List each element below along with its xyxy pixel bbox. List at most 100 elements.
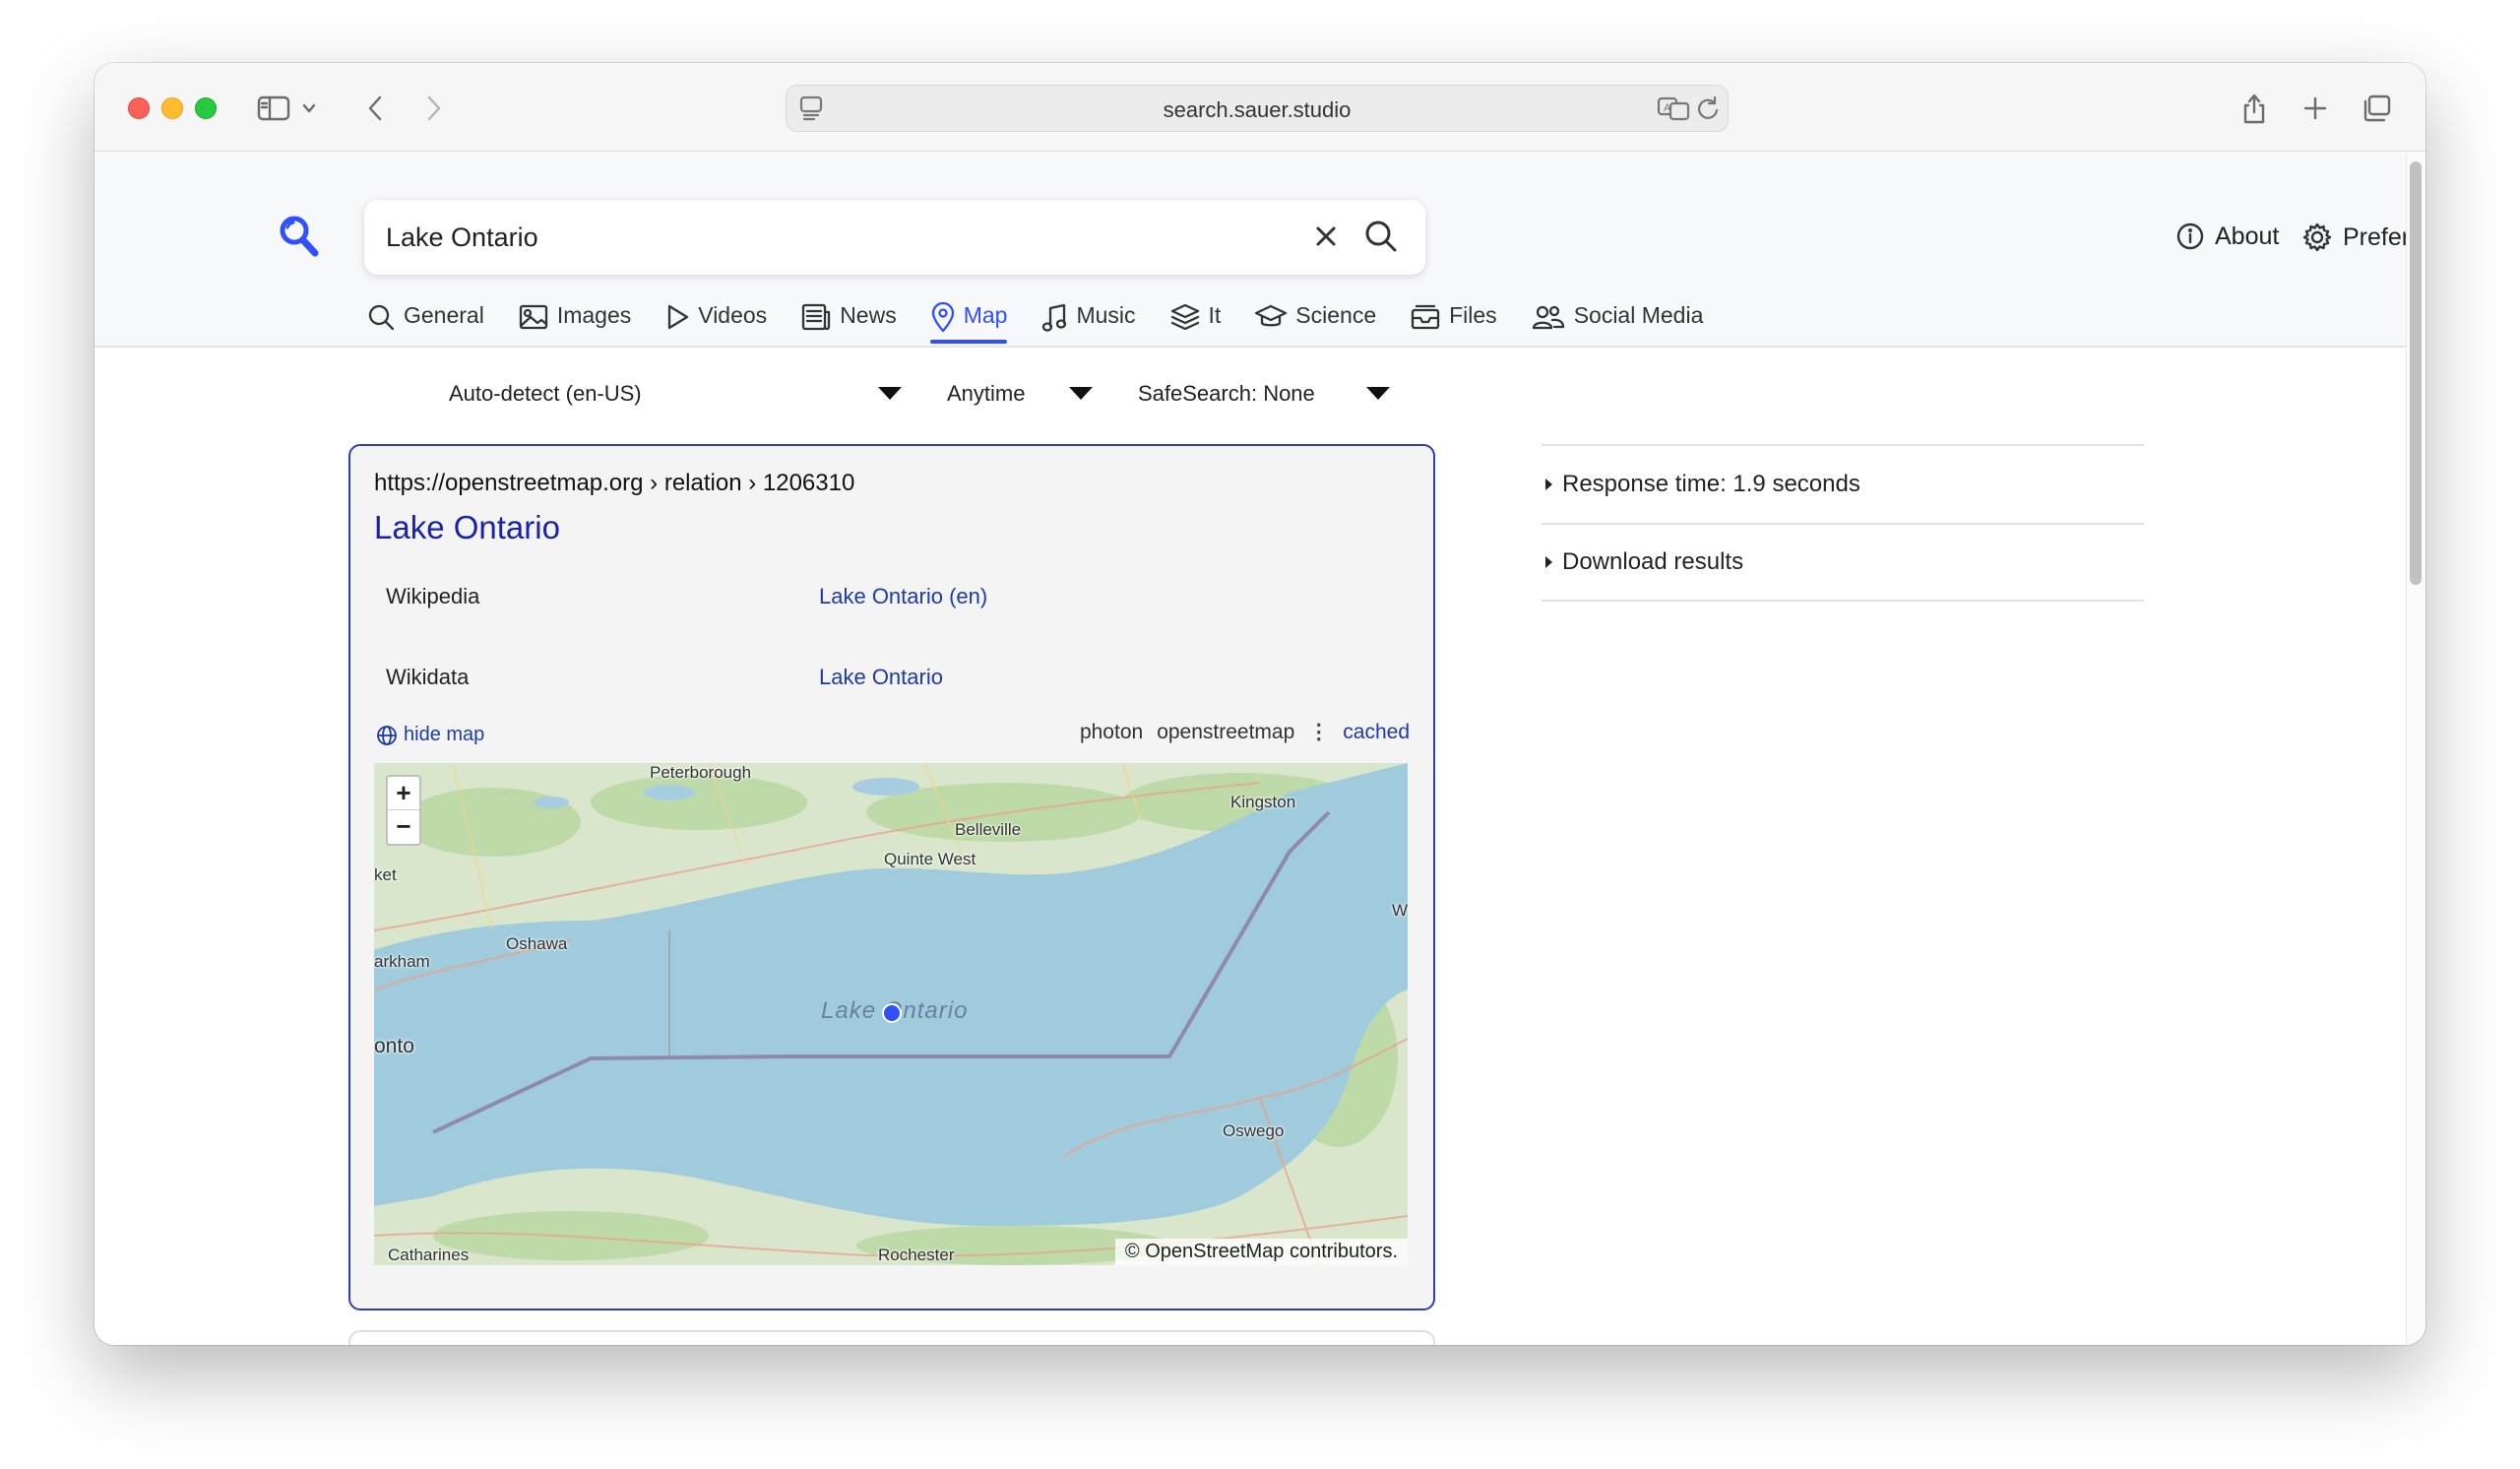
search-input[interactable] [386, 214, 1272, 261]
tab-music[interactable]: Music [1040, 300, 1136, 348]
tab-videos[interactable]: Videos [664, 300, 767, 348]
translate-icon[interactable]: A [1657, 94, 1692, 128]
result-title[interactable]: Lake Ontario [374, 509, 560, 546]
maximize-window-button[interactable] [195, 97, 217, 119]
tab-files-label: Files [1449, 302, 1497, 328]
globe-icon [377, 725, 397, 745]
result-url-host: https://openstreetmap.org [374, 470, 644, 496]
engine-label: photon [1079, 720, 1144, 743]
search-logo-icon[interactable] [278, 214, 321, 264]
search-icon [368, 304, 395, 331]
download-results-toggle[interactable]: Download results [1542, 523, 2144, 602]
about-label: About [2215, 222, 2280, 250]
clear-search-icon[interactable] [1309, 220, 1343, 258]
safesearch-select[interactable]: SafeSearch: None [1138, 381, 1390, 407]
caret-down-icon [1069, 387, 1093, 400]
newspaper-icon [802, 303, 831, 331]
address-url: search.sauer.studio [1163, 97, 1352, 122]
map-place-label: Belleville [955, 820, 1022, 839]
graduation-cap-icon [1255, 304, 1288, 327]
tab-map-label: Map [963, 302, 1008, 328]
tab-map[interactable]: Map [929, 300, 1008, 348]
map-place-label: Kingston [1230, 793, 1296, 811]
map-view[interactable]: Peterborough Belleville Kingston Quinte … [374, 763, 1408, 1265]
play-icon [668, 304, 689, 330]
new-tab-icon[interactable] [2298, 91, 2333, 126]
map-place-label: arkham [374, 952, 430, 971]
tab-overview-icon[interactable] [2359, 91, 2394, 126]
tab-science[interactable]: Science [1254, 300, 1376, 348]
tab-general-label: General [404, 302, 484, 328]
result-engines: photon openstreetmap ⋮ cached [1080, 720, 1410, 744]
browser-window: search.sauer.studio A Lake Ontario About… [94, 63, 2426, 1345]
map-attribution[interactable]: © OpenStreetMap contributors. [1114, 1239, 1408, 1265]
about-link[interactable]: About [2175, 222, 2279, 251]
svg-text:A: A [1664, 102, 1671, 114]
tab-it[interactable]: It [1169, 300, 1222, 348]
map-place-label: Rochester [878, 1245, 955, 1264]
engine-label: openstreetmap [1157, 720, 1295, 743]
tab-news[interactable]: News [800, 300, 897, 348]
tab-it-label: It [1208, 302, 1222, 328]
map-place-label: W [1392, 901, 1408, 920]
address-bar[interactable]: search.sauer.studio A [786, 85, 1729, 132]
scrollbar-thumb[interactable] [2410, 161, 2422, 585]
music-note-icon [1042, 303, 1067, 332]
map-place-label: onto [374, 1035, 414, 1057]
reload-icon[interactable] [1694, 94, 1722, 128]
wikidata-link[interactable]: Lake Ontario [819, 665, 943, 690]
share-icon[interactable] [2236, 91, 2272, 126]
wikipedia-link[interactable]: Lake Ontario (en) [819, 584, 987, 609]
next-result-card [348, 1330, 1435, 1345]
chevron-down-icon[interactable] [299, 91, 319, 126]
response-time-label: Response time: 1.9 seconds [1562, 471, 1860, 497]
response-time-toggle[interactable]: Response time: 1.9 seconds [1542, 444, 2144, 523]
search-submit-icon[interactable] [1362, 218, 1400, 260]
map-place-label: Oshawa [506, 934, 568, 953]
attribute-label: Wikipedia [386, 584, 480, 608]
search-header: About Preferences General Images Videos [94, 153, 2426, 348]
zoom-out-button[interactable]: − [388, 810, 419, 844]
more-options-icon[interactable]: ⋮ [1308, 720, 1329, 744]
hide-map-label: hide map [404, 724, 485, 745]
attribute-label: Wikidata [386, 665, 470, 689]
result-url[interactable]: https://openstreetmap.org › relation › 1… [374, 470, 854, 497]
tab-general[interactable]: General [366, 300, 484, 348]
people-icon [1532, 305, 1564, 330]
result-url-breadcrumb: › relation › 1206310 [650, 470, 855, 496]
tab-social-media[interactable]: Social Media [1531, 300, 1703, 348]
map-place-label: ket [374, 865, 397, 884]
location-marker[interactable] [882, 1003, 902, 1023]
time-range-select[interactable]: Anytime [947, 381, 1093, 407]
tab-science-label: Science [1295, 302, 1377, 328]
language-select[interactable]: Auto-detect (en-US) [449, 381, 902, 407]
tab-files[interactable]: Files [1410, 300, 1497, 348]
tab-videos-label: Videos [698, 302, 768, 328]
hide-map-toggle[interactable]: hide map [376, 724, 484, 746]
back-arrow-icon[interactable] [358, 91, 394, 126]
tab-music-label: Music [1076, 302, 1136, 328]
time-range-value: Anytime [947, 381, 1026, 406]
download-results-label: Download results [1562, 548, 1744, 575]
caret-down-icon [878, 387, 902, 400]
map-place-label: Oswego [1223, 1121, 1285, 1140]
page-content: About Preferences General Images Videos [94, 153, 2426, 1345]
disclosure-triangle-icon [1545, 479, 1552, 490]
tab-images[interactable]: Images [518, 300, 631, 348]
forward-arrow-icon[interactable] [415, 91, 451, 126]
sidebar-panel: Response time: 1.9 seconds Download resu… [1542, 444, 2144, 602]
zoom-in-button[interactable]: + [388, 777, 419, 810]
safesearch-value: SafeSearch: None [1138, 381, 1315, 406]
layers-icon [1170, 303, 1199, 331]
tab-news-label: News [840, 302, 897, 328]
map-place-label: Peterborough [650, 763, 752, 782]
category-tabs: General Images Videos News Map Music It … [366, 300, 1736, 348]
image-icon [519, 304, 547, 330]
map-result-card: https://openstreetmap.org › relation › 1… [348, 444, 1435, 1310]
cached-link[interactable]: cached [1343, 721, 1410, 744]
sidebar-toggle-icon[interactable] [256, 91, 291, 126]
map-place-label: Quinte West [884, 850, 976, 868]
language-select-value: Auto-detect (en-US) [449, 381, 642, 406]
minimize-window-button[interactable] [161, 97, 183, 119]
close-window-button[interactable] [128, 97, 150, 119]
